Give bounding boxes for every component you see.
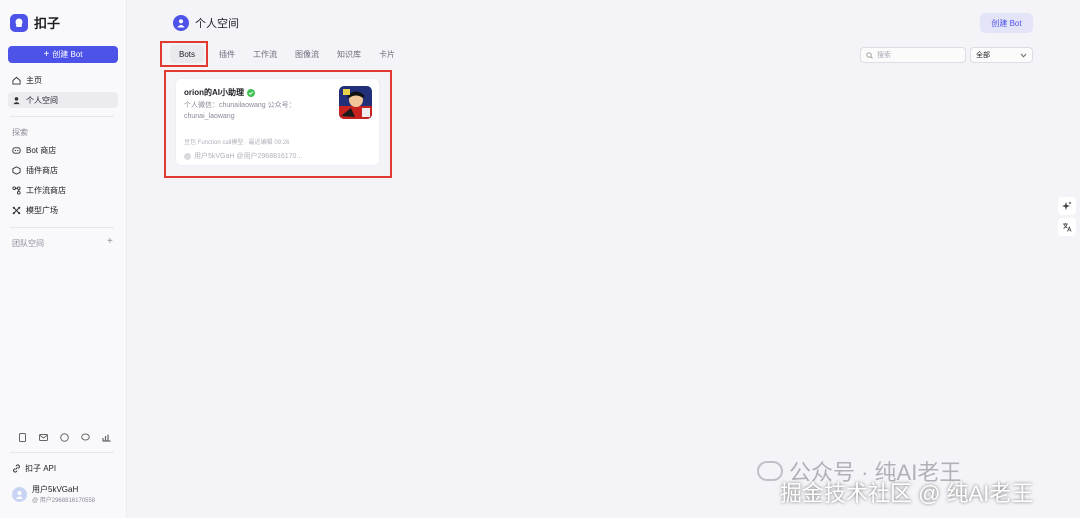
plus-icon: + xyxy=(43,48,50,60)
sidebar-bottom-icons xyxy=(18,429,111,442)
chat-icon[interactable] xyxy=(81,429,90,441)
highlight-box-card xyxy=(164,70,392,178)
create-bot-header-button[interactable]: 创建 Bot xyxy=(980,13,1033,33)
sidebar-item-label: Bot 商店 xyxy=(26,145,57,155)
ai-assistant-button[interactable] xyxy=(1058,197,1076,215)
feedback-icon[interactable] xyxy=(60,429,69,442)
home-icon xyxy=(12,76,21,85)
sidebar-divider xyxy=(10,227,114,228)
tab-workflows[interactable]: 工作流 xyxy=(244,45,286,63)
page-title: 个人空间 xyxy=(195,18,239,30)
chevron-down-icon xyxy=(1020,53,1027,58)
workflow-icon xyxy=(12,185,21,195)
search-placeholder: 搜索 xyxy=(877,52,891,59)
doc-icon[interactable] xyxy=(18,429,27,442)
tab-plugins[interactable]: 插件 xyxy=(210,45,244,63)
sidebar-item-label: 插件商店 xyxy=(26,165,58,175)
filter-select[interactable]: 全部 xyxy=(970,47,1033,63)
sidebar-divider xyxy=(10,116,114,117)
search-input[interactable]: 搜索 xyxy=(860,47,966,63)
api-label: 扣子 API xyxy=(25,464,57,473)
model-icon xyxy=(12,206,21,214)
sidebar-item-home[interactable]: 主页 xyxy=(8,72,118,88)
add-team-icon[interactable]: + xyxy=(107,236,113,247)
sidebar-item-label: 个人空间 xyxy=(26,95,58,105)
sidebar-divider xyxy=(10,452,114,453)
create-bot-label: 创建 Bot xyxy=(52,50,83,59)
logo-icon xyxy=(10,13,28,32)
avatar xyxy=(12,486,27,502)
team-section-label: 团队空间 xyxy=(12,239,44,248)
brand-name: 扣子 xyxy=(34,16,61,31)
user-profile[interactable]: 用户5kVGaH @ 用户2968816170558 xyxy=(12,484,95,504)
user-icon xyxy=(13,96,20,104)
user-name: 用户5kVGaH xyxy=(32,485,79,494)
sidebar-item-workflow-store[interactable]: 工作流商店 xyxy=(8,182,118,198)
sidebar-item-plugin-store[interactable]: 插件商店 xyxy=(8,162,118,178)
create-bot-button[interactable]: + 创建 Bot xyxy=(8,46,118,63)
chart-icon[interactable] xyxy=(102,429,111,442)
sidebar-item-label: 主页 xyxy=(26,75,42,85)
tab-knowledge[interactable]: 知识库 xyxy=(328,45,370,63)
sidebar: 扣子 + 创建 Bot 主页 个人空间 探索 Bot 商店 插件商店 工作流商店… xyxy=(0,0,127,518)
brand-logo[interactable]: 扣子 xyxy=(10,13,60,32)
sidebar-item-bot-store[interactable]: Bot 商店 xyxy=(8,142,118,158)
translate-icon xyxy=(1063,223,1072,232)
sidebar-item-label: 工作流商店 xyxy=(26,185,66,195)
highlight-box-tab xyxy=(160,41,208,67)
watermark-juejin: 掘金技术社区 @ 纯AI老王 xyxy=(780,481,1034,506)
link-icon xyxy=(13,464,20,473)
filter-value: 全部 xyxy=(976,52,990,59)
translate-button[interactable] xyxy=(1058,218,1076,236)
coze-api-link[interactable]: 扣子 API xyxy=(12,463,56,474)
page-header: 个人空间 xyxy=(173,15,239,31)
explore-section-label: 探索 xyxy=(12,128,28,137)
space-avatar-icon xyxy=(173,15,189,31)
sidebar-item-model-square[interactable]: 模型广场 xyxy=(8,202,118,218)
sidebar-item-personal-space[interactable]: 个人空间 xyxy=(8,92,118,108)
sidebar-item-label: 模型广场 xyxy=(26,205,58,215)
bot-icon xyxy=(12,146,21,154)
search-icon xyxy=(866,51,873,59)
plugin-icon xyxy=(12,165,21,175)
user-id: @ 用户2968816170558 xyxy=(32,498,96,504)
tab-cards[interactable]: 卡片 xyxy=(370,45,404,63)
tab-image-flows[interactable]: 图像流 xyxy=(286,45,328,63)
sparkle-icon xyxy=(1062,201,1072,210)
mail-icon[interactable] xyxy=(39,429,48,441)
